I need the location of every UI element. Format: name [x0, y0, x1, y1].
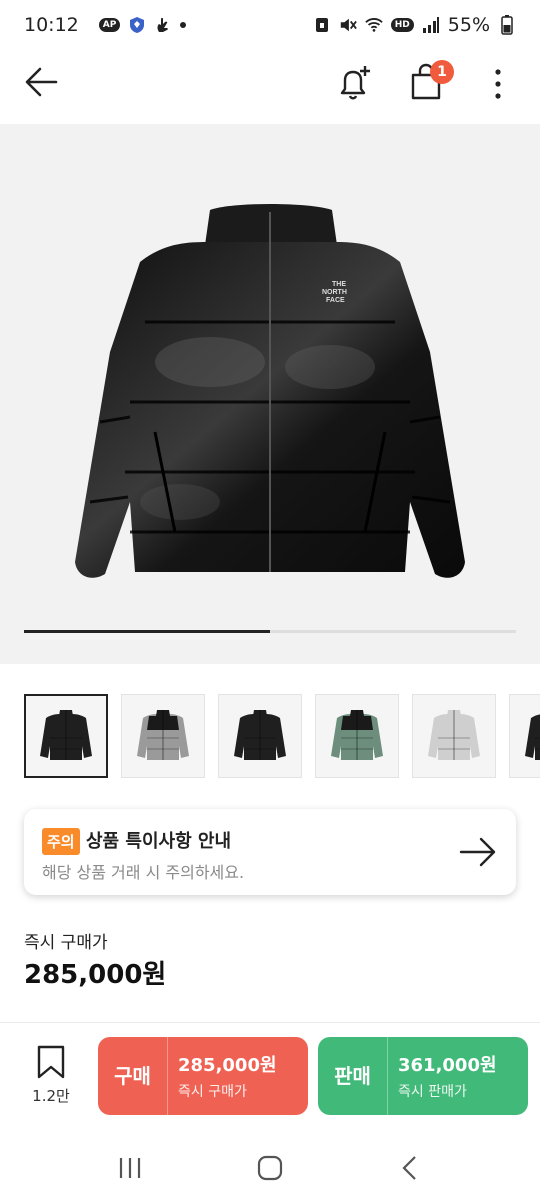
home-button[interactable]	[250, 1148, 290, 1188]
gallery-progress-fill	[24, 630, 270, 633]
bell-plus-icon	[340, 66, 370, 100]
sell-button-label: 판매	[318, 1037, 388, 1115]
more-options-button[interactable]	[486, 64, 510, 104]
buy-price-caption: 즉시 구매가	[178, 1084, 247, 1100]
instant-buy-price-value: 285,000원	[24, 960, 167, 990]
thumbnail-jacket-image	[137, 710, 189, 760]
more-vertical-icon	[495, 69, 501, 99]
thumbnail-strip	[24, 694, 540, 778]
caution-notice-card[interactable]: 주의 상품 특이사항 안내 해당 상품 거래 시 주의하세요.	[24, 809, 516, 895]
cart-count-badge: 1	[430, 60, 454, 84]
product-thumbnail[interactable]	[121, 694, 205, 778]
arrow-right-icon	[459, 837, 496, 867]
mute-icon	[339, 16, 357, 34]
sell-price-caption: 즉시 판매가	[398, 1084, 467, 1100]
back-button[interactable]	[22, 64, 62, 100]
ap-icon: AP	[98, 18, 121, 32]
product-thumbnail[interactable]	[412, 694, 496, 778]
svg-text:NORTH: NORTH	[322, 289, 347, 296]
shield-icon	[128, 16, 146, 34]
thumbnail-jacket-image	[40, 710, 92, 760]
recent-apps-button[interactable]	[110, 1148, 150, 1188]
bookmark-icon	[37, 1045, 65, 1079]
gallery-progress-bar	[24, 630, 516, 633]
thumbnail-jacket-image	[331, 710, 383, 760]
battery-icon	[498, 15, 516, 35]
bottom-action-bar: 1.2만 구매 285,000원 즉시 구매가 판매 361,000원 즉시 판…	[0, 1022, 540, 1132]
top-app-bar: 1	[0, 52, 540, 112]
thumbnail-jacket-image	[234, 710, 286, 760]
wifi-icon	[365, 16, 383, 34]
status-bar: 10:12 AP HD 55%	[0, 0, 540, 50]
hd-voice-icon: HD	[390, 18, 414, 32]
product-jacket-image: THE NORTH FACE	[75, 204, 465, 578]
svg-text:FACE: FACE	[326, 297, 345, 304]
battery-percent: 55%	[447, 14, 490, 36]
thumbnail-jacket-image	[428, 710, 480, 760]
instant-buy-price-label: 즉시 구매가	[24, 933, 108, 953]
arrow-left-icon	[25, 67, 58, 97]
alert-add-button[interactable]	[334, 62, 374, 102]
shield-lock-icon	[313, 16, 331, 34]
product-image-gallery[interactable]: THE NORTH FACE	[0, 124, 540, 664]
buy-price: 285,000원	[178, 1055, 277, 1076]
notice-title: 상품 특이사항 안내	[86, 831, 232, 852]
recent-apps-icon	[119, 1158, 141, 1178]
notice-description: 해당 상품 거래 시 주의하세요.	[42, 863, 245, 882]
caution-tag: 주의	[42, 828, 80, 855]
buy-button-label: 구매	[98, 1037, 168, 1115]
brand-logo: THE	[332, 281, 346, 288]
product-thumbnail[interactable]	[315, 694, 399, 778]
thumbnail-jacket-image	[525, 714, 540, 760]
chevron-left-icon	[402, 1156, 416, 1180]
product-thumbnail[interactable]	[24, 694, 108, 778]
status-time: 10:12	[24, 14, 79, 36]
sell-button[interactable]: 판매 361,000원 즉시 판매가	[318, 1037, 528, 1115]
sell-price: 361,000원	[398, 1055, 497, 1076]
buy-button[interactable]: 구매 285,000원 즉시 구매가	[98, 1037, 308, 1115]
product-thumbnail[interactable]	[218, 694, 302, 778]
system-back-button[interactable]	[390, 1148, 430, 1188]
wishlist-count: 1.2만	[32, 1087, 70, 1105]
wishlist-button[interactable]: 1.2만	[24, 1045, 78, 1115]
notification-dot-icon	[180, 22, 187, 28]
hand-icon	[154, 16, 172, 34]
system-navigation-bar	[0, 1136, 540, 1200]
product-thumbnail[interactable]	[509, 694, 540, 778]
home-icon	[257, 1155, 283, 1181]
signal-icon	[422, 16, 440, 34]
